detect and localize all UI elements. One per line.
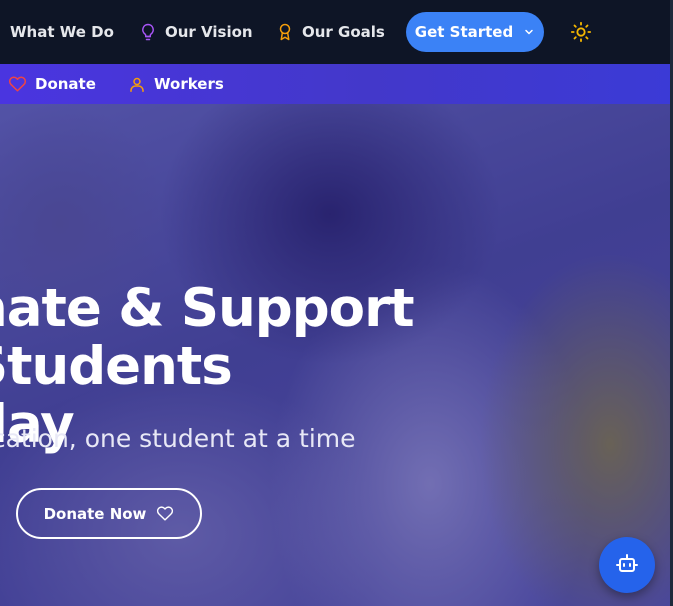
theme-toggle-button[interactable]	[570, 21, 592, 47]
subnav-workers-label: Workers	[154, 75, 224, 93]
get-started-button[interactable]: Get Started	[406, 12, 544, 52]
nav-our-goals-label: Our Goals	[302, 23, 385, 41]
award-icon	[276, 22, 294, 42]
chatbot-button[interactable]	[599, 537, 655, 593]
nav-our-goals[interactable]: Our Goals	[276, 0, 385, 64]
hero-section: nate & Support Students day ucation, one…	[0, 104, 673, 606]
user-icon	[128, 75, 146, 94]
lightbulb-icon	[139, 22, 157, 42]
subnav-donate-label: Donate	[35, 75, 96, 93]
donate-now-button[interactable]: Donate Now	[16, 488, 202, 539]
heart-icon	[8, 75, 27, 93]
chevron-down-icon	[523, 26, 535, 38]
bot-icon	[615, 551, 639, 579]
subnav-workers[interactable]: Workers	[128, 64, 224, 104]
subnav-donate[interactable]: Donate	[8, 64, 96, 104]
get-started-label: Get Started	[414, 23, 514, 41]
nav-what-we-do[interactable]: What We Do	[10, 0, 114, 64]
secondary-navbar: Donate Workers	[0, 64, 673, 104]
nav-our-vision[interactable]: Our Vision	[139, 0, 253, 64]
nav-our-vision-label: Our Vision	[165, 23, 253, 41]
donate-now-label: Donate Now	[43, 504, 147, 523]
sun-icon	[570, 21, 592, 47]
top-navbar: What We Do Our Vision Our Goals Get Star…	[0, 0, 673, 64]
nav-what-we-do-label: What We Do	[10, 23, 114, 41]
hero-subtitle: ucation, one student at a time	[0, 424, 356, 453]
heart-icon	[156, 505, 174, 522]
